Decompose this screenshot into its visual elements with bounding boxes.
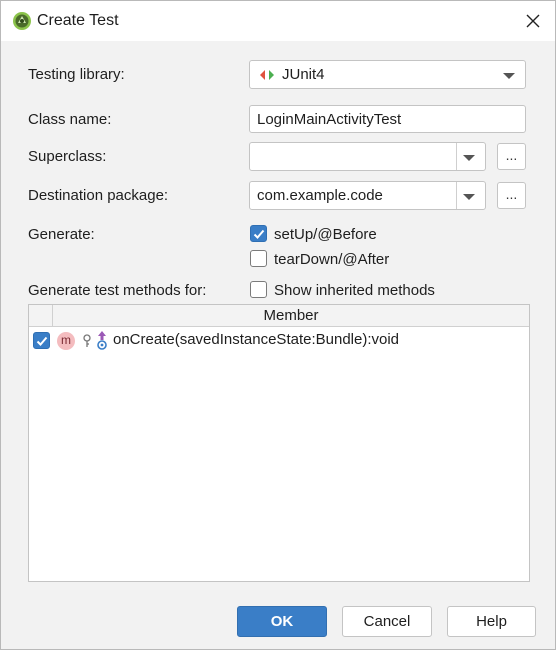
junit-icon <box>259 68 275 86</box>
ok-button[interactable]: OK <box>237 606 327 637</box>
method-icon: m <box>57 332 75 350</box>
teardown-checkbox[interactable] <box>250 250 267 267</box>
member-column-header[interactable]: Member <box>53 307 529 324</box>
generate-methods-label: Generate test methods for: <box>28 282 207 299</box>
testing-library-label: Testing library: <box>28 66 125 83</box>
combo-separator <box>456 143 457 170</box>
close-icon[interactable] <box>523 11 543 31</box>
destination-package-browse-button[interactable]: ... <box>497 182 526 209</box>
protected-visibility-icon <box>82 334 92 352</box>
override-icon <box>95 330 109 354</box>
chevron-down-icon[interactable] <box>463 155 475 161</box>
checkmark-icon <box>36 336 48 346</box>
superclass-label: Superclass: <box>28 148 107 165</box>
setup-label[interactable]: setUp/@Before <box>274 226 377 243</box>
table-header: Member <box>29 305 529 327</box>
title-bar: Create Test <box>1 1 555 41</box>
testing-library-value: JUnit4 <box>282 66 325 83</box>
android-studio-icon <box>12 11 32 31</box>
teardown-label[interactable]: tearDown/@After <box>274 251 389 268</box>
testing-library-select[interactable]: JUnit4 <box>249 60 526 89</box>
member-checkbox[interactable] <box>33 332 50 349</box>
cancel-button[interactable]: Cancel <box>342 606 432 637</box>
class-name-value: LoginMainActivityTest <box>257 111 402 128</box>
destination-package-label: Destination package: <box>28 187 169 204</box>
combo-separator <box>456 182 457 209</box>
show-inherited-checkbox[interactable] <box>250 281 267 298</box>
dialog-title: Create Test <box>37 12 119 29</box>
destination-package-combo[interactable]: com.example.code <box>249 181 486 210</box>
class-name-field[interactable]: LoginMainActivityTest <box>249 105 526 133</box>
create-test-dialog: Create Test Testing library: JUnit4 Clas… <box>0 0 556 650</box>
destination-package-value: com.example.code <box>257 187 383 204</box>
superclass-browse-button[interactable]: ... <box>497 143 526 170</box>
member-signature: onCreate(savedInstanceState:Bundle):void <box>113 331 400 348</box>
show-inherited-label[interactable]: Show inherited methods <box>274 282 435 299</box>
setup-checkbox[interactable] <box>250 225 267 242</box>
table-row[interactable]: m onCreate(savedInstanceState:Bundle):vo… <box>29 328 529 353</box>
chevron-down-icon <box>503 73 515 79</box>
class-name-label: Class name: <box>28 111 112 128</box>
members-table[interactable]: Member m onCreate(savedInstanceState:Bun… <box>28 304 530 582</box>
checkmark-icon <box>253 229 265 239</box>
help-button[interactable]: Help <box>447 606 536 637</box>
superclass-combo[interactable] <box>249 142 486 171</box>
generate-label: Generate: <box>28 226 95 243</box>
chevron-down-icon[interactable] <box>463 194 475 200</box>
